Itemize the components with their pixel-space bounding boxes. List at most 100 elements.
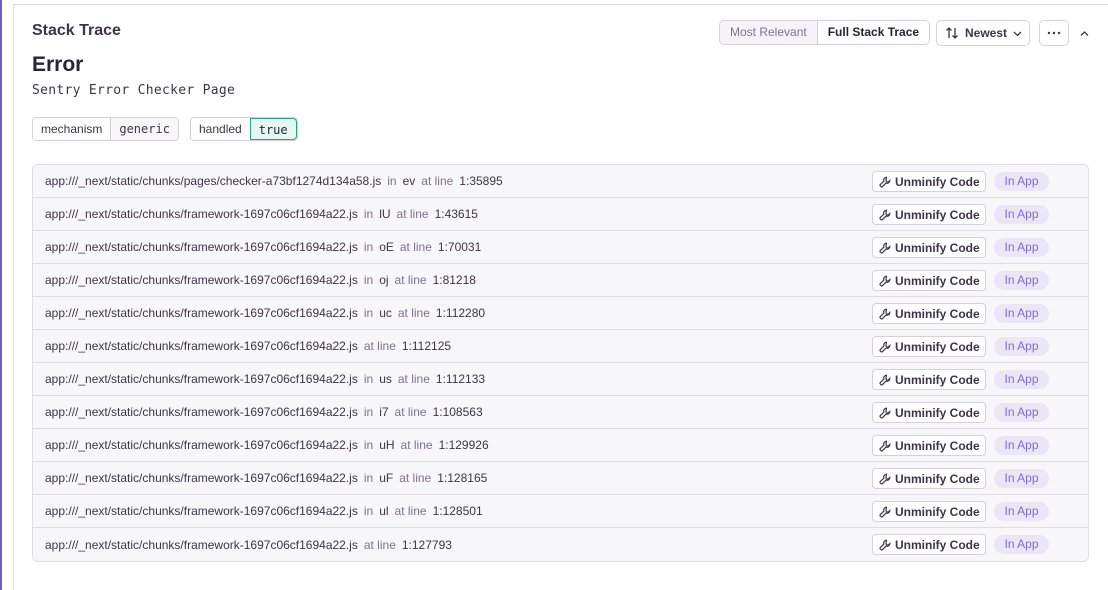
frame-filename: app:///_next/static/chunks/framework-169… [45,537,358,552]
card-border [13,4,14,590]
unminify-label: Unminify Code [895,438,980,453]
unminify-code-button[interactable]: Unminify Code [872,534,986,555]
frame-function: oj [379,273,389,287]
unminify-code-button[interactable]: Unminify Code [872,270,986,291]
frame-at-line-label: at line [399,240,432,254]
unminify-code-button[interactable]: Unminify Code [872,336,986,357]
in-app-badge: In App [994,337,1049,356]
in-app-badge: In App [994,535,1049,554]
stack-frame-row[interactable]: app:///_next/static/chunks/framework-169… [33,231,1088,264]
in-app-badge: In App [994,205,1049,224]
frame-in-label: in [363,273,374,287]
frame-in-label: in [387,174,397,188]
frame-function: i7 [379,405,389,419]
frame-filename: app:///_next/static/chunks/framework-169… [45,438,358,452]
stack-frame-row[interactable]: app:///_next/static/chunks/framework-169… [33,462,1088,495]
frame-at-line-label: at line [394,273,427,287]
wrench-icon [879,407,891,419]
frame-at-line-label: at line [421,174,454,188]
frame-function: oE [379,240,394,254]
unminify-code-button[interactable]: Unminify Code [872,303,986,324]
wrench-icon [879,374,891,386]
frame-filename: app:///_next/static/chunks/framework-169… [45,339,358,353]
wrench-icon [879,539,891,551]
frame-line-number: 1:112133 [435,372,486,386]
stack-frame-row[interactable]: app:///_next/static/chunks/framework-169… [33,363,1088,396]
frame-function: ev [402,174,416,188]
frame-filename: app:///_next/static/chunks/framework-169… [45,306,358,320]
frame-in-label: in [363,240,374,254]
frame-filename: app:///_next/static/chunks/framework-169… [45,273,358,287]
frame-function: uH [379,438,395,452]
unminify-code-button[interactable]: Unminify Code [872,204,986,225]
frame-filename: app:///_next/static/chunks/framework-169… [45,405,358,419]
stack-frame-row[interactable]: app:///_next/static/chunks/framework-169… [33,429,1088,462]
error-message: Sentry Error Checker Page [32,83,236,98]
window-left-accent [0,0,2,590]
unminify-code-button[interactable]: Unminify Code [872,435,986,456]
stack-frame-row[interactable]: app:///_next/static/chunks/pages/checker… [33,165,1088,198]
wrench-icon [879,242,891,254]
in-app-badge: In App [994,172,1049,191]
stack-frame-row[interactable]: app:///_next/static/chunks/framework-169… [33,198,1088,231]
stack-frame-row[interactable]: app:///_next/static/chunks/framework-169… [33,528,1088,561]
wrench-icon [879,506,891,518]
frame-at-line-label: at line [400,438,433,452]
frame-in-label: in [363,207,374,221]
unminify-label: Unminify Code [895,339,980,354]
tag-value: generic [110,118,178,140]
frame-filename: app:///_next/static/chunks/framework-169… [45,372,358,386]
unminify-code-button[interactable]: Unminify Code [872,369,986,390]
stack-frame-row[interactable]: app:///_next/static/chunks/framework-169… [33,297,1088,330]
frame-in-label: in [363,372,374,386]
frame-function: ul [379,504,389,518]
wrench-icon [879,209,891,221]
sort-icon [946,27,958,39]
frame-at-line-label: at line [363,537,396,552]
stack-trace-header: Stack Trace Most Relevant Full Stack Tra… [32,18,1096,48]
tag-value: true [249,118,297,140]
frame-line-number: 1:128501 [432,504,483,518]
unminify-code-button[interactable]: Unminify Code [872,468,986,489]
in-app-badge: In App [994,304,1049,323]
unminify-code-button[interactable]: Unminify Code [872,237,986,258]
frame-line-number: 1:127793 [401,537,452,552]
unminify-label: Unminify Code [895,306,980,321]
section-divider [14,4,1108,5]
in-app-badge: In App [994,370,1049,389]
frame-line-number: 1:81218 [432,273,476,287]
in-app-badge: In App [994,271,1049,290]
stack-frame-row[interactable]: app:///_next/static/chunks/framework-169… [33,330,1088,363]
unminify-label: Unminify Code [895,537,980,552]
frame-at-line-label: at line [396,207,429,221]
wrench-icon [879,341,891,353]
unminify-code-button[interactable]: Unminify Code [872,171,986,192]
most-relevant-button[interactable]: Most Relevant [720,21,817,44]
unminify-label: Unminify Code [895,471,980,486]
frame-in-label: in [363,405,374,419]
ellipsis-icon [1047,31,1061,35]
stack-frame-row[interactable]: app:///_next/static/chunks/framework-169… [33,396,1088,429]
frame-in-label: in [363,504,374,518]
stack-frames-list: app:///_next/static/chunks/pages/checker… [32,164,1089,562]
error-title: Error [32,53,84,76]
handled-tag: handled true [190,117,298,141]
unminify-code-button[interactable]: Unminify Code [872,501,986,522]
frame-filename: app:///_next/static/chunks/framework-169… [45,207,358,221]
frame-function: uc [379,306,392,320]
collapse-button[interactable] [1074,23,1094,43]
tag-key: handled [191,118,250,140]
wrench-icon [879,308,891,320]
frame-at-line-label: at line [399,471,432,485]
frame-at-line-label: at line [394,504,427,518]
stack-frame-row[interactable]: app:///_next/static/chunks/framework-169… [33,495,1088,528]
sort-dropdown[interactable]: Newest [936,20,1030,46]
frame-line-number: 1:108563 [432,405,483,419]
section-title: Stack Trace [32,22,121,39]
chevron-up-icon [1080,30,1088,36]
more-options-button[interactable] [1039,20,1069,46]
stack-frame-row[interactable]: app:///_next/static/chunks/framework-169… [33,264,1088,297]
full-stack-trace-button[interactable]: Full Stack Trace [816,21,930,44]
in-app-badge: In App [994,403,1049,422]
unminify-code-button[interactable]: Unminify Code [872,402,986,423]
